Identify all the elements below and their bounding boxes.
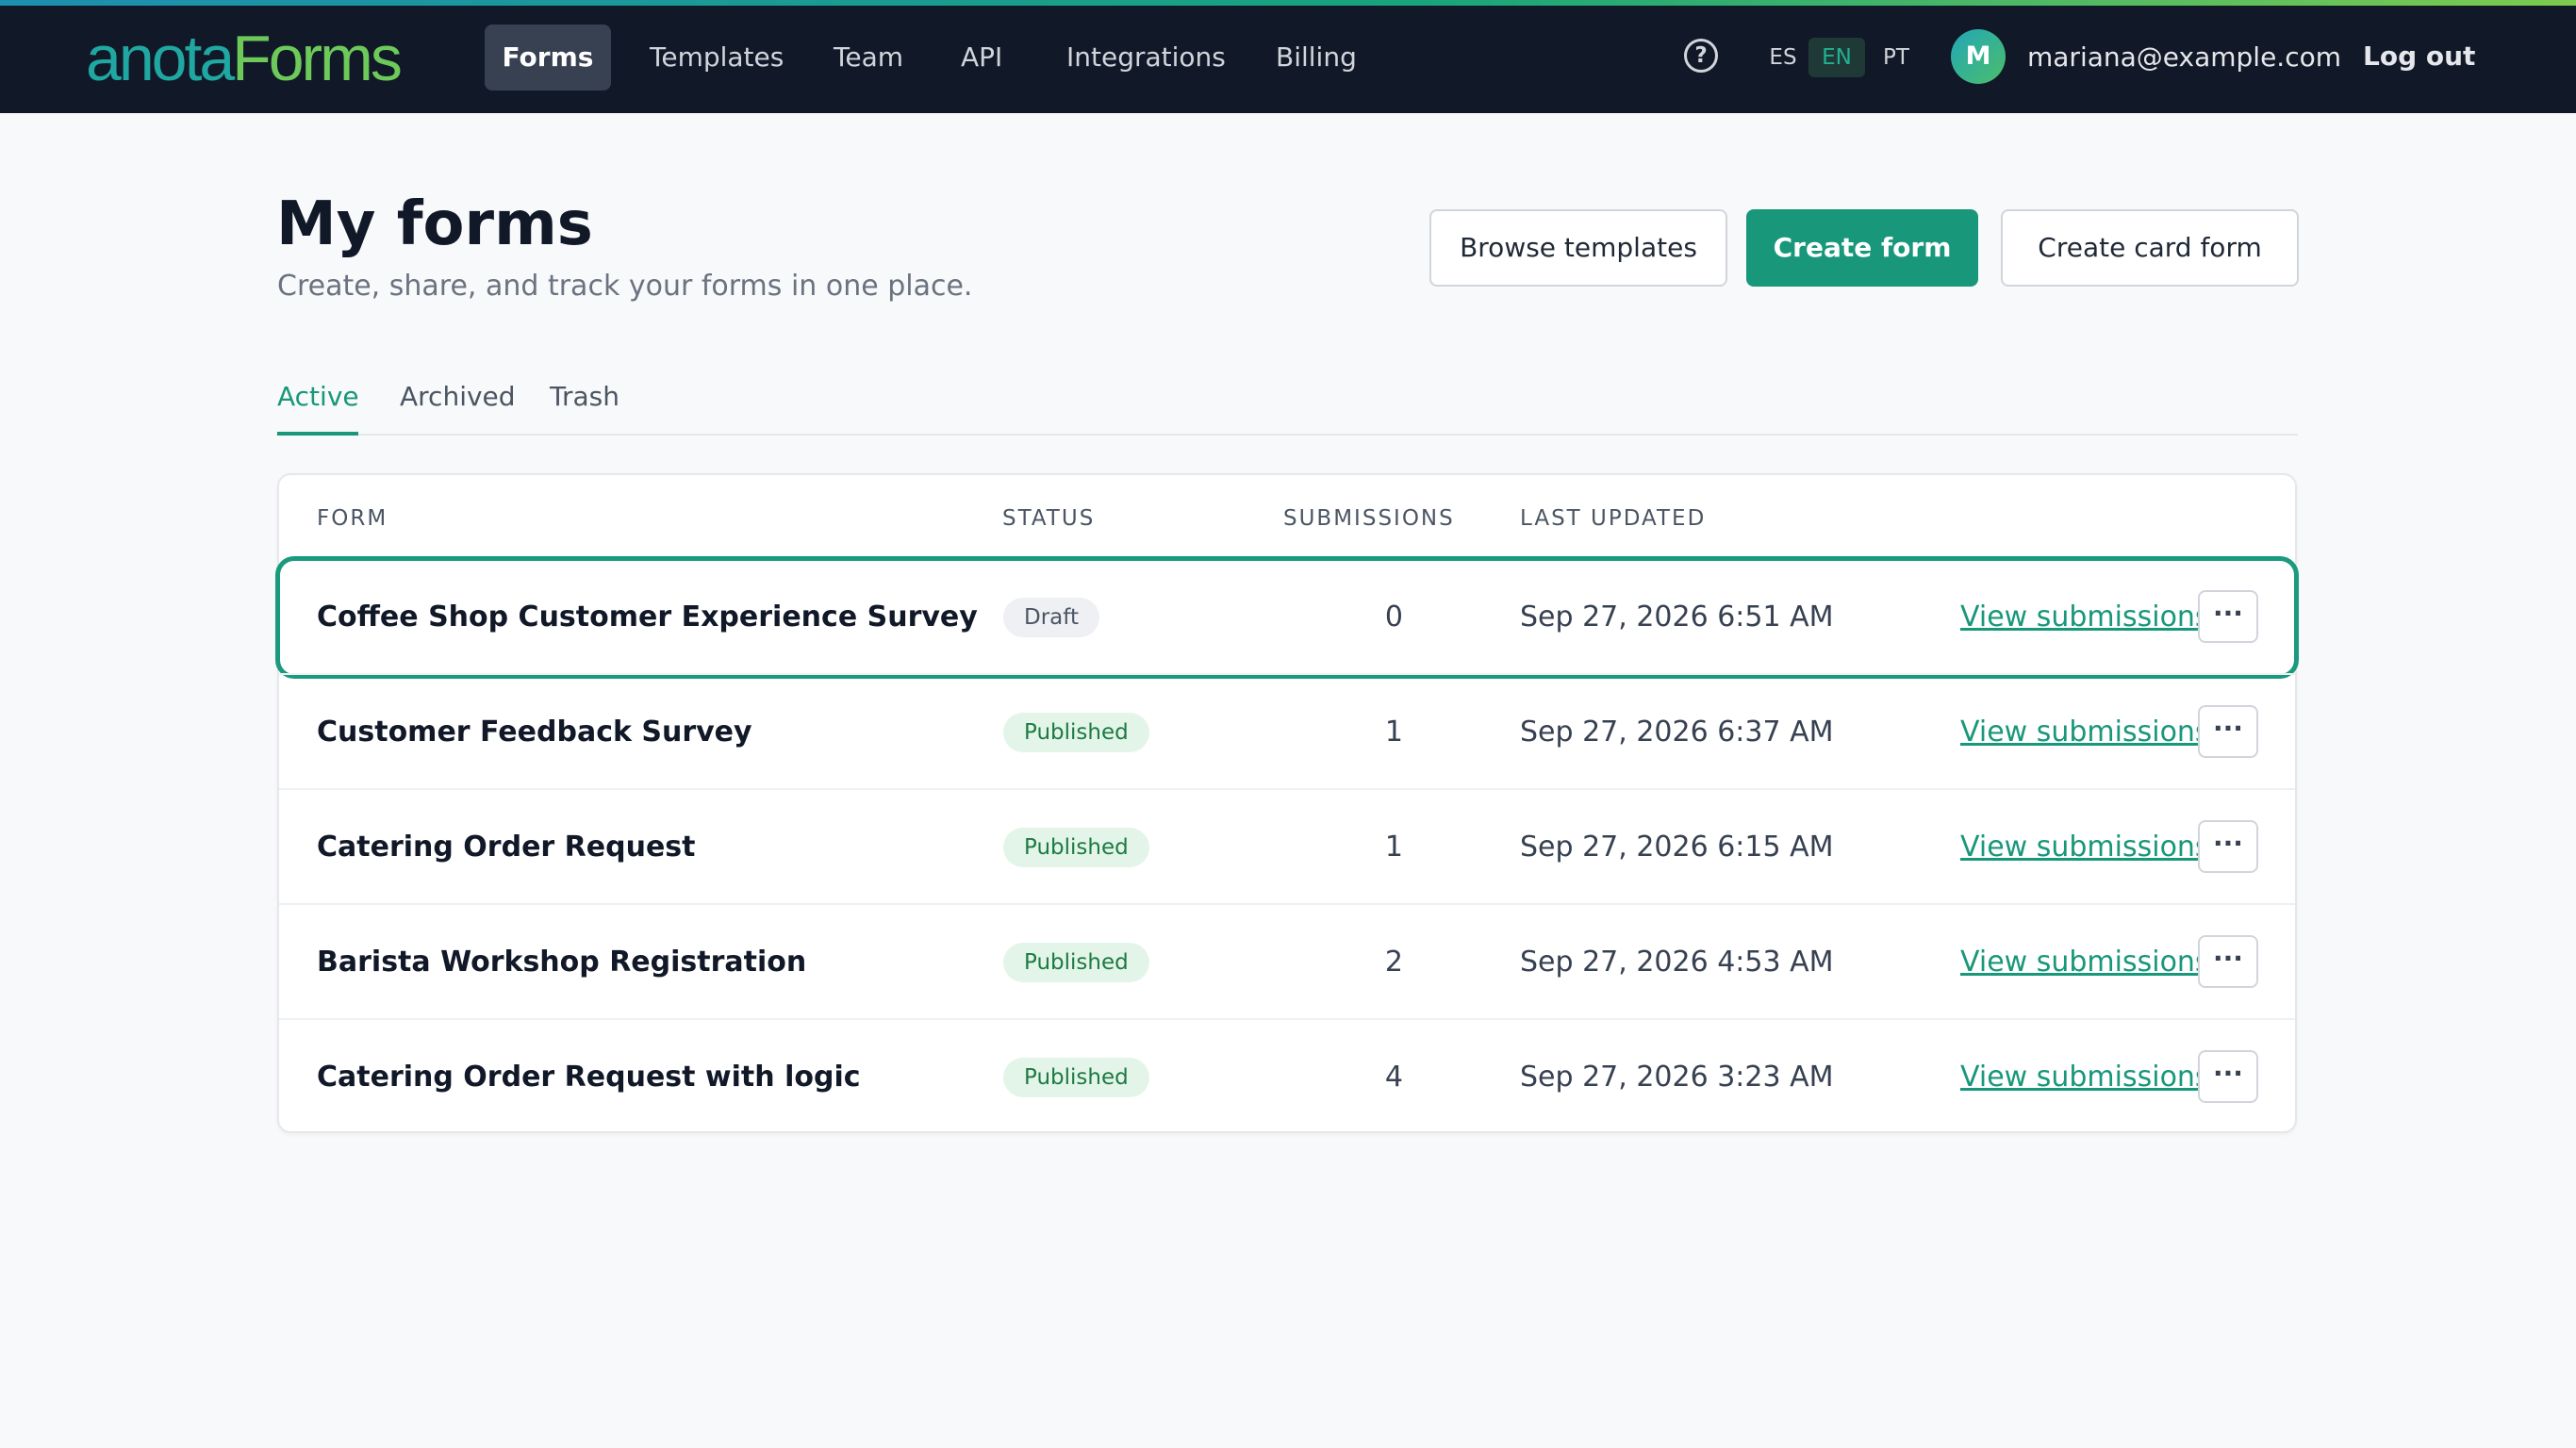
brand-accent-stripe bbox=[0, 0, 2576, 6]
more-options-icon[interactable]: ··· bbox=[2198, 820, 2258, 873]
nav-item-api[interactable]: API bbox=[961, 25, 1002, 90]
more-options-icon[interactable]: ··· bbox=[2198, 590, 2258, 643]
logout-button[interactable]: Log out bbox=[2363, 36, 2475, 77]
table-row[interactable]: Catering Order Request Published 1 Sep 2… bbox=[279, 790, 2295, 905]
nav-item-billing[interactable]: Billing bbox=[1276, 25, 1357, 90]
submissions-count: 4 bbox=[1384, 1061, 1403, 1094]
form-name[interactable]: Catering Order Request with logic bbox=[317, 1059, 861, 1096]
form-name[interactable]: Barista Workshop Registration bbox=[317, 944, 806, 981]
last-updated: Sep 27, 2026 4:53 AM bbox=[1520, 946, 1834, 979]
lang-en[interactable]: EN bbox=[1808, 38, 1865, 77]
view-submissions-link[interactable]: View submissions bbox=[1960, 599, 2210, 636]
browse-templates-button[interactable]: Browse templates bbox=[1429, 209, 1727, 287]
lang-es[interactable]: ES bbox=[1759, 38, 1807, 77]
page-subtitle: Create, share, and track your forms in o… bbox=[277, 270, 973, 303]
status-badge: Draft bbox=[1003, 598, 1099, 637]
last-updated: Sep 27, 2026 6:37 AM bbox=[1520, 716, 1834, 749]
tab-active[interactable]: Active bbox=[277, 377, 359, 436]
user-avatar[interactable]: M bbox=[1951, 29, 2006, 84]
view-submissions-link[interactable]: View submissions bbox=[1960, 829, 2210, 866]
logo-text-forms: Forms bbox=[232, 23, 403, 94]
table-row[interactable]: Catering Order Request with logic Publis… bbox=[279, 1020, 2295, 1135]
logo-text-anota: anota bbox=[86, 23, 235, 94]
column-header-form: FORM bbox=[317, 506, 388, 531]
submissions-count: 2 bbox=[1384, 946, 1403, 979]
form-name[interactable]: Coffee Shop Customer Experience Survey bbox=[317, 599, 978, 636]
submissions-count: 1 bbox=[1384, 831, 1403, 864]
last-updated: Sep 27, 2026 3:23 AM bbox=[1520, 1061, 1834, 1094]
lang-pt[interactable]: PT bbox=[1873, 38, 1920, 77]
form-name[interactable]: Customer Feedback Survey bbox=[317, 714, 752, 751]
column-header-status: STATUS bbox=[1002, 506, 1096, 531]
status-badge: Published bbox=[1003, 713, 1149, 752]
column-header-last-updated: LAST UPDATED bbox=[1520, 506, 1707, 531]
nav-item-integrations[interactable]: Integrations bbox=[1066, 25, 1226, 90]
view-submissions-link[interactable]: View submissions bbox=[1960, 714, 2210, 751]
table-row[interactable]: Customer Feedback Survey Published 1 Sep… bbox=[279, 675, 2295, 790]
top-navbar: anotaForms Forms Templates Team API Inte… bbox=[0, 0, 2576, 113]
create-card-form-button[interactable]: Create card form bbox=[2001, 209, 2299, 287]
submissions-count: 0 bbox=[1384, 601, 1403, 634]
table-row[interactable]: Coffee Shop Customer Experience Survey D… bbox=[275, 556, 2299, 679]
more-options-icon[interactable]: ··· bbox=[2198, 935, 2258, 988]
nav-item-forms[interactable]: Forms bbox=[485, 25, 611, 90]
row-divider bbox=[279, 673, 2295, 675]
user-email: mariana@example.com bbox=[2027, 41, 2342, 73]
brand-logo[interactable]: anotaForms bbox=[86, 21, 403, 96]
more-options-icon[interactable]: ··· bbox=[2198, 705, 2258, 758]
tab-archived[interactable]: Archived bbox=[400, 377, 516, 436]
tab-trash[interactable]: Trash bbox=[550, 377, 619, 436]
status-badge: Published bbox=[1003, 828, 1149, 867]
more-options-icon[interactable]: ··· bbox=[2198, 1050, 2258, 1103]
status-badge: Published bbox=[1003, 943, 1149, 982]
nav-item-team[interactable]: Team bbox=[834, 25, 903, 90]
nav-item-templates[interactable]: Templates bbox=[650, 25, 784, 90]
form-name[interactable]: Catering Order Request bbox=[317, 829, 695, 866]
create-form-button[interactable]: Create form bbox=[1746, 209, 1978, 287]
last-updated: Sep 27, 2026 6:51 AM bbox=[1520, 601, 1834, 634]
help-circle-icon[interactable]: ? bbox=[1684, 39, 1718, 73]
table-row[interactable]: Barista Workshop Registration Published … bbox=[279, 905, 2295, 1020]
column-header-submissions: SUBMISSIONS bbox=[1283, 506, 1455, 531]
status-badge: Published bbox=[1003, 1058, 1149, 1097]
view-submissions-link[interactable]: View submissions bbox=[1960, 1059, 2210, 1096]
submissions-count: 1 bbox=[1384, 716, 1403, 749]
last-updated: Sep 27, 2026 6:15 AM bbox=[1520, 831, 1834, 864]
page-title: My forms bbox=[276, 189, 593, 259]
view-submissions-link[interactable]: View submissions bbox=[1960, 944, 2210, 981]
